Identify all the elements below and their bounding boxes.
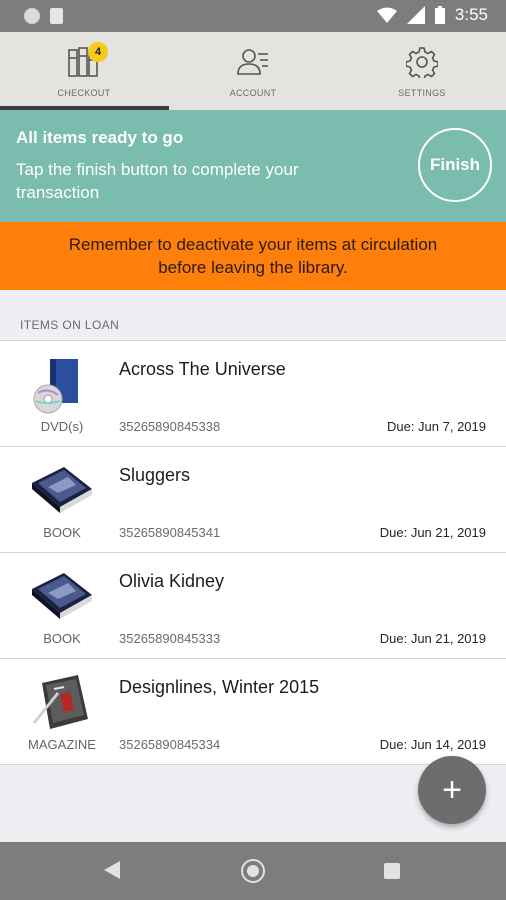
battery-icon (434, 6, 445, 24)
recent-apps-icon[interactable] (384, 863, 400, 879)
back-icon[interactable] (104, 861, 120, 879)
item-barcode: 35265890845333 (119, 631, 221, 646)
list-item[interactable]: BOOK Olivia Kidney 35265890845333 Due: J… (0, 553, 506, 659)
home-icon[interactable] (241, 859, 265, 883)
tab-account[interactable]: ACCOUNT (169, 32, 337, 110)
tab-bar: 4 CHECKOUT ACCOUNT SETTINGS (0, 32, 506, 110)
tab-checkout[interactable]: 4 CHECKOUT (0, 32, 169, 110)
item-barcode: 35265890845334 (119, 737, 221, 752)
item-due-date: Due: Jun 7, 2019 (386, 419, 486, 434)
tab-label: ACCOUNT (229, 88, 277, 98)
item-title: Olivia Kidney (119, 571, 225, 591)
gear-icon (406, 47, 438, 78)
item-barcode: 35265890845341 (119, 525, 221, 540)
wifi-icon (376, 7, 397, 23)
ready-description: Tap the finish button to complete your t… (16, 160, 299, 202)
item-format: BOOK (43, 525, 81, 540)
magazine-icon (32, 675, 88, 729)
system-nav-bar (0, 842, 506, 900)
item-due-date: Due: Jun 21, 2019 (379, 631, 486, 646)
status-bar: 3:55 (0, 0, 506, 32)
item-format: DVD(s) (40, 419, 84, 434)
notification-dot-icon (24, 8, 40, 24)
account-icon (237, 49, 268, 75)
finish-button[interactable]: Finish (418, 128, 492, 202)
item-barcode: 35265890845338 (119, 419, 221, 434)
add-item-button[interactable]: + (418, 756, 486, 824)
dvd-icon (33, 359, 78, 414)
clock: 3:55 (454, 5, 488, 24)
list-item[interactable]: BOOK Sluggers 35265890845341 Due: Jun 21… (0, 447, 506, 553)
warning-line: Remember to deactivate your items at cir… (68, 235, 438, 254)
list-item[interactable]: MAGAZINE Designlines, Winter 2015 352658… (0, 659, 506, 765)
item-due-date: Due: Jun 21, 2019 (379, 525, 486, 540)
item-due-date: Due: Jun 14, 2019 (379, 737, 486, 752)
book-icon (32, 467, 92, 513)
warning-line: before leaving the library. (158, 258, 348, 277)
items-on-loan-header: ITEMS ON LOAN (20, 318, 120, 332)
tab-label: CHECKOUT (57, 88, 111, 98)
items-list: DVD(s) Across The Universe 3526589084533… (0, 340, 506, 765)
item-title: Across The Universe (119, 359, 286, 379)
tab-settings[interactable]: SETTINGS (338, 32, 506, 110)
sd-card-icon (50, 8, 63, 24)
cell-signal-icon (406, 6, 425, 24)
ready-banner: All items ready to go Tap the finish but… (0, 110, 506, 222)
item-title: Designlines, Winter 2015 (119, 677, 320, 697)
list-item[interactable]: DVD(s) Across The Universe 3526589084533… (0, 341, 506, 447)
checkout-count-badge: 4 (88, 42, 108, 62)
book-icon (32, 573, 92, 619)
ready-title: All items ready to go (16, 128, 184, 147)
item-format: BOOK (43, 631, 81, 646)
item-title: Sluggers (119, 465, 191, 485)
item-format: MAGAZINE (28, 737, 96, 752)
deactivate-warning-banner: Remember to deactivate your items at cir… (0, 222, 506, 290)
tab-label: SETTINGS (398, 88, 446, 98)
